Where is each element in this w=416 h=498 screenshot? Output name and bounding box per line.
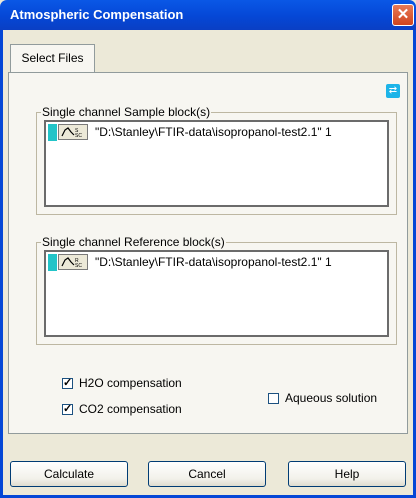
aqueous-solution-checkbox[interactable]: Aqueous solution: [268, 391, 377, 405]
co2-compensation-label: CO2 compensation: [79, 402, 182, 416]
reference-file-text: "D:\Stanley\FTIR-data\isopropanol-test2.…: [95, 255, 332, 269]
calculate-button[interactable]: Calculate: [10, 461, 128, 487]
h2o-compensation-label: H2O compensation: [79, 376, 182, 390]
spectrum-block-icon[interactable]: S SC: [58, 124, 88, 140]
title-bar: Atmospheric Compensation ✕: [0, 0, 416, 30]
svg-text:SC: SC: [75, 263, 82, 267]
checkbox-box[interactable]: [268, 392, 279, 404]
color-tag: [48, 253, 57, 271]
check-mark-icon: ✓: [63, 402, 73, 415]
list-item[interactable]: R SC "D:\Stanley\FTIR-data\isopropanol-t…: [48, 253, 332, 271]
sample-block-list[interactable]: S SC "D:\Stanley\FTIR-data\isopropanol-t…: [44, 120, 389, 207]
tab-select-files[interactable]: Select Files: [10, 44, 95, 72]
list-item[interactable]: S SC "D:\Stanley\FTIR-data\isopropanol-t…: [48, 123, 332, 141]
close-button[interactable]: ✕: [392, 4, 414, 26]
h2o-compensation-checkbox[interactable]: ✓ H2O compensation: [62, 376, 182, 390]
sample-group-label: Single channel Sample block(s): [41, 105, 212, 119]
window-title: Atmospheric Compensation: [10, 7, 184, 22]
checkbox-box[interactable]: ✓: [62, 402, 73, 415]
sample-file-text: "D:\Stanley\FTIR-data\isopropanol-test2.…: [95, 125, 332, 139]
cancel-button[interactable]: Cancel: [148, 461, 266, 487]
reference-block-list[interactable]: R SC "D:\Stanley\FTIR-data\isopropanol-t…: [44, 250, 389, 337]
help-button[interactable]: Help: [288, 461, 406, 487]
checkbox-box[interactable]: ✓: [62, 376, 73, 389]
svg-text:SC: SC: [75, 133, 82, 137]
reference-group-label: Single channel Reference block(s): [41, 235, 226, 249]
swap-icon[interactable]: ⇄: [386, 84, 400, 98]
aqueous-solution-label: Aqueous solution: [285, 391, 378, 405]
spectrum-block-icon[interactable]: R SC: [58, 254, 88, 270]
co2-compensation-checkbox[interactable]: ✓ CO2 compensation: [62, 402, 182, 416]
close-icon: ✕: [396, 6, 410, 23]
check-mark-icon: ✓: [63, 376, 73, 389]
color-tag: [48, 123, 57, 141]
